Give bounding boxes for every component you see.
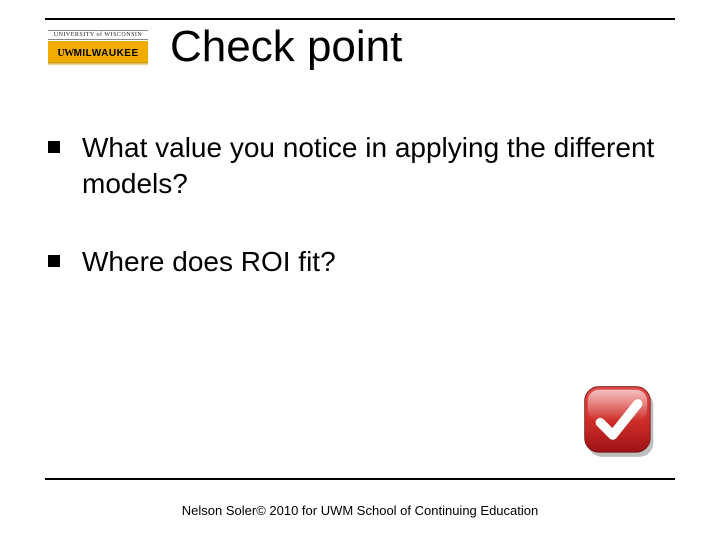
- logo-university-line: UNIVERSITY of WISCONSIN: [48, 30, 148, 40]
- slide-body: What value you notice in applying the di…: [48, 130, 660, 321]
- bullet-text: Where does ROI fit?: [82, 244, 336, 280]
- slide-footer: Nelson Soler© 2010 for UWM School of Con…: [0, 503, 720, 518]
- bottom-divider: [45, 478, 675, 480]
- checkmark-icon: [580, 382, 658, 460]
- logo-shadow: [48, 62, 148, 66]
- bullet-item: What value you notice in applying the di…: [48, 130, 660, 202]
- bullet-item: Where does ROI fit?: [48, 244, 660, 280]
- square-bullet-icon: [48, 255, 60, 267]
- logo-campus: MILWAUKEE: [74, 48, 139, 59]
- bullet-text: What value you notice in applying the di…: [82, 130, 660, 202]
- top-divider: [45, 18, 675, 20]
- logo-campus-bar: UWMILWAUKEE: [48, 41, 148, 62]
- square-bullet-icon: [48, 141, 60, 153]
- uwm-logo: UNIVERSITY of WISCONSIN UWMILWAUKEE: [48, 30, 148, 66]
- slide-title: Check point: [170, 22, 402, 72]
- logo-uw-prefix: UW: [57, 48, 73, 59]
